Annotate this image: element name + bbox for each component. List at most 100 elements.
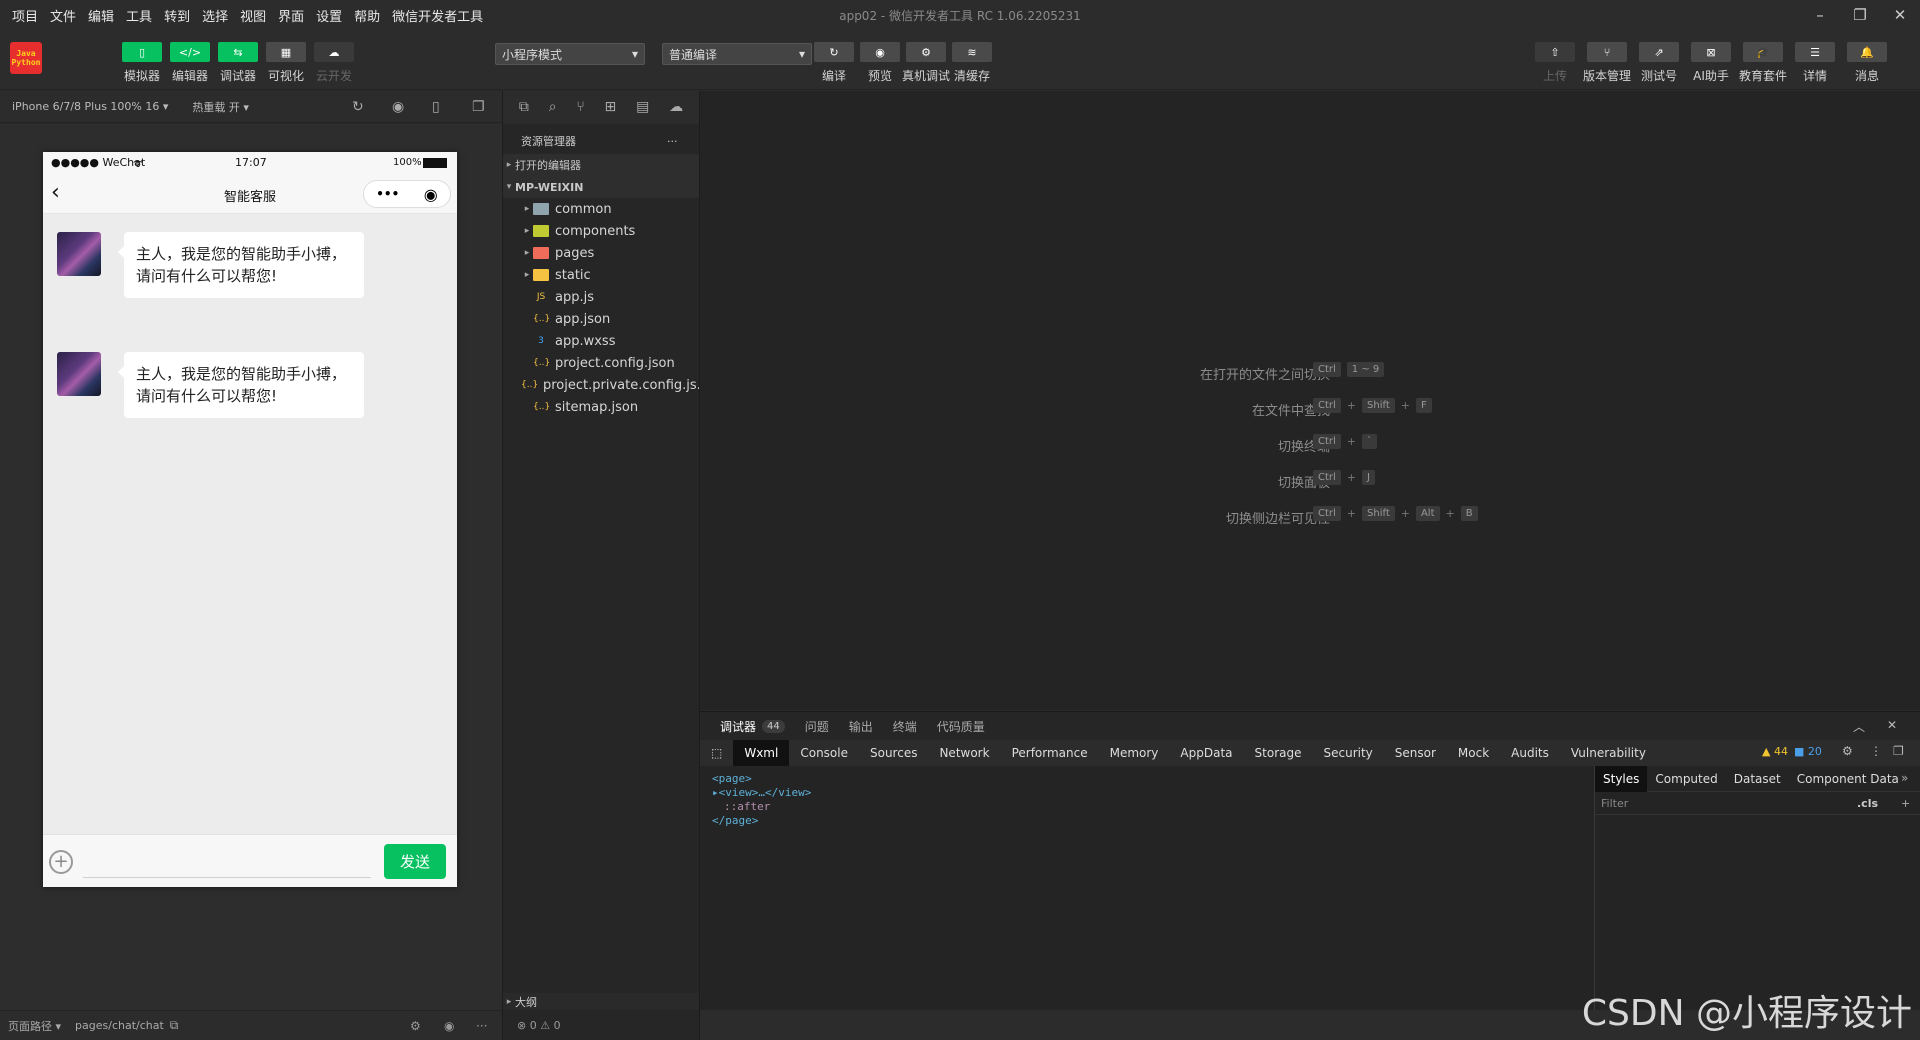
- toolbar-button[interactable]: ⇧ 上传: [1533, 42, 1577, 84]
- toolbar-button[interactable]: ▯ 模拟器: [120, 42, 164, 84]
- console-counts[interactable]: ▲ 44 ■ 20: [1762, 745, 1822, 758]
- menu-item[interactable]: 视图: [240, 6, 266, 25]
- search-icon[interactable]: ⌕: [549, 99, 557, 115]
- layout-icon[interactable]: ▤: [636, 99, 649, 115]
- rotate-icon[interactable]: ↻: [352, 99, 364, 115]
- add-rule-icon[interactable]: +: [1901, 797, 1910, 810]
- menu-item[interactable]: 微信开发者工具: [392, 6, 483, 25]
- cls-button[interactable]: .cls: [1857, 797, 1878, 810]
- devtools-tab[interactable]: Security: [1312, 740, 1383, 766]
- window-icon[interactable]: ❐: [472, 99, 485, 115]
- send-button[interactable]: 发送: [384, 844, 446, 879]
- minimize-icon[interactable]: –: [1800, 0, 1840, 30]
- menu-item[interactable]: 工具: [126, 6, 152, 25]
- menu-item[interactable]: 设置: [316, 6, 342, 25]
- toolbar-button[interactable]: 🔔 消息: [1845, 42, 1889, 84]
- debugger-tab[interactable]: 输出: [849, 718, 873, 735]
- toolbar-button[interactable]: ⇆ 调试器: [216, 42, 260, 84]
- kebab-icon[interactable]: ⋮: [1870, 744, 1882, 758]
- root-folder-row[interactable]: ▾ MP-WEIXIN: [503, 176, 699, 198]
- devtools-tab[interactable]: Sensor: [1384, 740, 1447, 766]
- tree-item[interactable]: ▸ pages: [503, 242, 699, 264]
- styles-tab[interactable]: Dataset: [1726, 766, 1789, 792]
- menu-item[interactable]: 编辑: [88, 6, 114, 25]
- copy-icon[interactable]: ⧉: [170, 1018, 179, 1033]
- more-icon[interactable]: ···: [667, 135, 678, 148]
- debugger-tab[interactable]: 问题: [805, 718, 829, 735]
- wxml-node[interactable]: <page>: [712, 772, 752, 785]
- toolbar-button[interactable]: ☰ 详情: [1793, 42, 1837, 84]
- close-capsule-icon[interactable]: ◉: [424, 185, 438, 204]
- tree-item[interactable]: ▸ static: [503, 264, 699, 286]
- debugger-tab[interactable]: 调试器: [720, 718, 756, 735]
- toolbar-button[interactable]: ▦ 可视化: [264, 42, 308, 84]
- chevron-right-icon[interactable]: »: [1901, 771, 1908, 785]
- devtools-tab[interactable]: Storage: [1244, 740, 1313, 766]
- toolbar-button[interactable]: 🎓 教育套件: [1739, 42, 1787, 84]
- toolbar-button[interactable]: ⊠ AI助手: [1689, 42, 1733, 84]
- toolbar-button[interactable]: ⚙ 真机调试: [902, 42, 950, 84]
- menu-item[interactable]: 文件: [50, 6, 76, 25]
- menu-item[interactable]: 选择: [202, 6, 228, 25]
- devtools-tab[interactable]: AppData: [1169, 740, 1243, 766]
- stop-icon[interactable]: ◉: [392, 99, 404, 115]
- devtools-tab[interactable]: Sources: [859, 740, 928, 766]
- menu-item[interactable]: 界面: [278, 6, 304, 25]
- tree-item[interactable]: ▸ common: [503, 198, 699, 220]
- eye-icon[interactable]: ◉: [444, 1019, 454, 1033]
- git-icon[interactable]: ⑂: [576, 99, 584, 115]
- tree-item[interactable]: {..} sitemap.json: [503, 396, 699, 418]
- devtools-tab[interactable]: Console: [789, 740, 859, 766]
- files-icon[interactable]: ⧉: [519, 99, 529, 115]
- hot-reload-toggle[interactable]: 热重载 开 ▾: [192, 99, 249, 115]
- compile-select[interactable]: 普通编译 ▾: [662, 43, 812, 65]
- tree-item[interactable]: {..} project.config.json: [503, 352, 699, 374]
- collapse-icon[interactable]: ︿: [1853, 718, 1865, 735]
- styles-tab[interactable]: Styles: [1595, 765, 1648, 792]
- devtools-tab[interactable]: Network: [928, 740, 1000, 766]
- menu-item[interactable]: 帮助: [354, 6, 380, 25]
- phone-icon[interactable]: ▯: [432, 99, 440, 115]
- inspect-icon[interactable]: ⬚: [700, 740, 733, 766]
- toolbar-button[interactable]: ☁ 云开发: [312, 42, 356, 84]
- restore-icon[interactable]: ❐: [1840, 0, 1880, 30]
- settings-icon[interactable]: ⚙: [1842, 744, 1853, 758]
- toolbar-button[interactable]: ≋ 清缓存: [950, 42, 994, 84]
- tree-item[interactable]: ▸ components: [503, 220, 699, 242]
- mode-select[interactable]: 小程序模式 ▾: [495, 43, 645, 65]
- toolbar-button[interactable]: ⇗ 测试号: [1637, 42, 1681, 84]
- tree-item[interactable]: {..} app.json: [503, 308, 699, 330]
- cloud-icon[interactable]: ☁: [669, 99, 683, 115]
- devtools-tab[interactable]: Mock: [1447, 740, 1500, 766]
- page-path-label[interactable]: 页面路径 ▾: [8, 1018, 61, 1034]
- devtools-tab[interactable]: Audits: [1500, 740, 1560, 766]
- styles-filter[interactable]: Filter .cls +: [1595, 793, 1920, 815]
- debugger-tab[interactable]: 终端: [893, 718, 917, 735]
- styles-tab[interactable]: Component Data: [1789, 766, 1907, 792]
- dock-icon[interactable]: ❐: [1893, 744, 1904, 758]
- debug-icon[interactable]: ⚙: [410, 1019, 421, 1033]
- debugger-tab[interactable]: 代码质量: [937, 718, 985, 735]
- open-editors-section[interactable]: ▸ 打开的编辑器: [503, 154, 699, 176]
- more-icon[interactable]: ···: [476, 1019, 487, 1033]
- message-input[interactable]: [83, 877, 371, 878]
- capsule-menu[interactable]: ••• ◉: [363, 180, 451, 208]
- add-icon[interactable]: +: [49, 850, 73, 874]
- toolbar-button[interactable]: ◉ 预览: [858, 42, 902, 84]
- devtools-tab[interactable]: Vulnerability: [1560, 740, 1657, 766]
- toolbar-button[interactable]: ⑂ 版本管理: [1583, 42, 1631, 84]
- devtools-tab[interactable]: Wxml: [733, 740, 790, 766]
- tree-item[interactable]: JS app.js: [503, 286, 699, 308]
- wxml-node[interactable]: ::after: [724, 800, 770, 813]
- tree-item[interactable]: 3 app.wxss: [503, 330, 699, 352]
- more-icon[interactable]: •••: [376, 187, 399, 201]
- outline-section[interactable]: ▸ 大纲: [503, 993, 699, 1010]
- menu-item[interactable]: 转到: [164, 6, 190, 25]
- tree-item[interactable]: {..} project.private.config.js...: [503, 374, 699, 396]
- problems-status[interactable]: ⊗ 0 ⚠ 0: [503, 1010, 699, 1040]
- toolbar-button[interactable]: </> 编辑器: [168, 42, 212, 84]
- close-icon[interactable]: ✕: [1887, 718, 1897, 732]
- menu-item[interactable]: 项目: [12, 6, 38, 25]
- extensions-icon[interactable]: ⊞: [605, 99, 617, 115]
- close-icon[interactable]: ✕: [1880, 0, 1920, 30]
